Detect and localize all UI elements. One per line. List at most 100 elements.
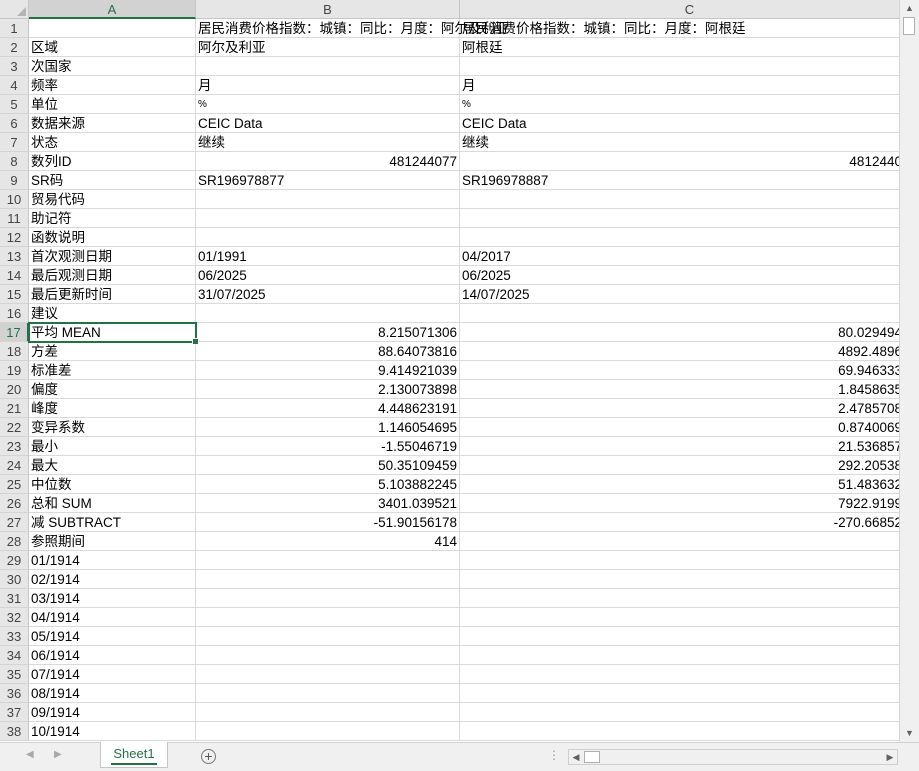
cell-b23[interactable]: -1.55046719 [196, 437, 460, 456]
cell-b18[interactable]: 88.64073816 [196, 342, 460, 361]
cell-b36[interactable] [196, 684, 460, 703]
sheet-tab-sheet1[interactable]: Sheet1 [100, 742, 168, 768]
row-header[interactable]: 26 [0, 494, 29, 513]
scroll-down-icon[interactable]: ▼ [902, 726, 917, 741]
cell-a34[interactable]: 06/1914 [29, 646, 196, 665]
cell-a35[interactable]: 07/1914 [29, 665, 196, 684]
row-header[interactable]: 8 [0, 152, 29, 171]
cell-c24[interactable]: 292.2053823 [460, 456, 899, 475]
splitter-handle-icon[interactable]: ⋮ [548, 748, 560, 762]
row-header[interactable]: 37 [0, 703, 29, 722]
row-header[interactable]: 11 [0, 209, 29, 228]
cell-a26[interactable]: 总和 SUM [29, 494, 196, 513]
spreadsheet-grid[interactable]: A B C 1 居民消费价格指数：城镇：同比：月度：阿尔及利亚 居民消费价格指数：城… [0, 0, 899, 742]
cell-a25[interactable]: 中位数 [29, 475, 196, 494]
cell-c18[interactable]: 4892.489632 [460, 342, 899, 361]
cell-a9[interactable]: SR码 [29, 171, 196, 190]
row-header[interactable]: 23 [0, 437, 29, 456]
cell-b4[interactable]: 月 [196, 76, 460, 95]
row-header[interactable]: 30 [0, 570, 29, 589]
row-header[interactable]: 15 [0, 285, 29, 304]
cell-c15[interactable]: 14/07/2025 [460, 285, 899, 304]
cell-a12[interactable]: 函数说明 [29, 228, 196, 247]
cell-c3[interactable] [460, 57, 899, 76]
cell-a3[interactable]: 次国家 [29, 57, 196, 76]
cell-a6[interactable]: 数据来源 [29, 114, 196, 133]
row-header[interactable]: 32 [0, 608, 29, 627]
cell-a21[interactable]: 峰度 [29, 399, 196, 418]
cell-c26[interactable]: 7922.919958 [460, 494, 899, 513]
cell-b3[interactable] [196, 57, 460, 76]
row-header[interactable]: 36 [0, 684, 29, 703]
horizontal-scrollbar[interactable]: ◀ ▶ [568, 749, 898, 765]
scroll-right-icon[interactable]: ▶ [883, 750, 897, 764]
cell-c27[interactable]: -270.6685245 [460, 513, 899, 532]
cell-a22[interactable]: 变异系数 [29, 418, 196, 437]
cell-a8[interactable]: 数列ID [29, 152, 196, 171]
cell-a31[interactable]: 03/1914 [29, 589, 196, 608]
scroll-up-icon[interactable]: ▲ [902, 1, 917, 16]
cell-c2[interactable]: 阿根廷 [460, 38, 899, 57]
cell-c36[interactable] [460, 684, 899, 703]
cell-a36[interactable]: 08/1914 [29, 684, 196, 703]
cell-a16[interactable]: 建议 [29, 304, 196, 323]
cell-b16[interactable] [196, 304, 460, 323]
row-header[interactable]: 33 [0, 627, 29, 646]
horizontal-scroll-thumb[interactable] [584, 751, 600, 763]
row-header[interactable]: 22 [0, 418, 29, 437]
cell-a15[interactable]: 最后更新时间 [29, 285, 196, 304]
cell-b8[interactable]: 481244077 [196, 152, 460, 171]
cell-b19[interactable]: 9.414921039 [196, 361, 460, 380]
cell-b17[interactable]: 8.215071306 [196, 323, 460, 342]
cell-a2[interactable]: 区域 [29, 38, 196, 57]
cell-c7[interactable]: 继续 [460, 133, 899, 152]
cell-c21[interactable]: 2.478570858 [460, 399, 899, 418]
cell-b21[interactable]: 4.448623191 [196, 399, 460, 418]
row-header[interactable]: 28 [0, 532, 29, 551]
row-header[interactable]: 7 [0, 133, 29, 152]
cell-c35[interactable] [460, 665, 899, 684]
cell-c5[interactable]: % [460, 95, 899, 114]
cell-c31[interactable] [460, 589, 899, 608]
cell-c22[interactable]: 0.874006926 [460, 418, 899, 437]
cell-b37[interactable] [196, 703, 460, 722]
cell-b33[interactable] [196, 627, 460, 646]
vertical-scrollbar[interactable]: ▲ ▼ [899, 0, 919, 742]
row-header[interactable]: 9 [0, 171, 29, 190]
cell-a19[interactable]: 标准差 [29, 361, 196, 380]
cell-b7[interactable]: 继续 [196, 133, 460, 152]
row-header[interactable]: 29 [0, 551, 29, 570]
cell-b26[interactable]: 3401.039521 [196, 494, 460, 513]
cell-b25[interactable]: 5.103882245 [196, 475, 460, 494]
row-header[interactable]: 2 [0, 38, 29, 57]
cell-b24[interactable]: 50.35109459 [196, 456, 460, 475]
vertical-scroll-thumb[interactable] [903, 17, 915, 35]
cell-b1[interactable]: 居民消费价格指数：城镇：同比：月度：阿尔及利亚 [196, 19, 509, 38]
cell-c32[interactable] [460, 608, 899, 627]
row-header[interactable]: 12 [0, 228, 29, 247]
cell-b20[interactable]: 2.130073898 [196, 380, 460, 399]
row-header[interactable]: 1 [0, 19, 29, 38]
cell-c10[interactable] [460, 190, 899, 209]
cell-c29[interactable] [460, 551, 899, 570]
cell-a13[interactable]: 首次观测日期 [29, 247, 196, 266]
row-header[interactable]: 20 [0, 380, 29, 399]
cell-c30[interactable] [460, 570, 899, 589]
cell-b6[interactable]: CEIC Data [196, 114, 460, 133]
cell-b11[interactable] [196, 209, 460, 228]
cell-c11[interactable] [460, 209, 899, 228]
cell-a38[interactable]: 10/1914 [29, 722, 196, 741]
row-header[interactable]: 31 [0, 589, 29, 608]
cell-b38[interactable] [196, 722, 460, 741]
cell-b9[interactable]: SR196978877 [196, 171, 460, 190]
row-header[interactable]: 16 [0, 304, 29, 323]
cell-a20[interactable]: 偏度 [29, 380, 196, 399]
cell-a14[interactable]: 最后观测日期 [29, 266, 196, 285]
row-header[interactable]: 27 [0, 513, 29, 532]
cell-b28[interactable]: 414 [196, 532, 460, 551]
cell-a1[interactable] [29, 19, 196, 38]
cell-a18[interactable]: 方差 [29, 342, 196, 361]
row-header[interactable]: 4 [0, 76, 29, 95]
cell-b2[interactable]: 阿尔及利亚 [196, 38, 460, 57]
row-header[interactable]: 25 [0, 475, 29, 494]
